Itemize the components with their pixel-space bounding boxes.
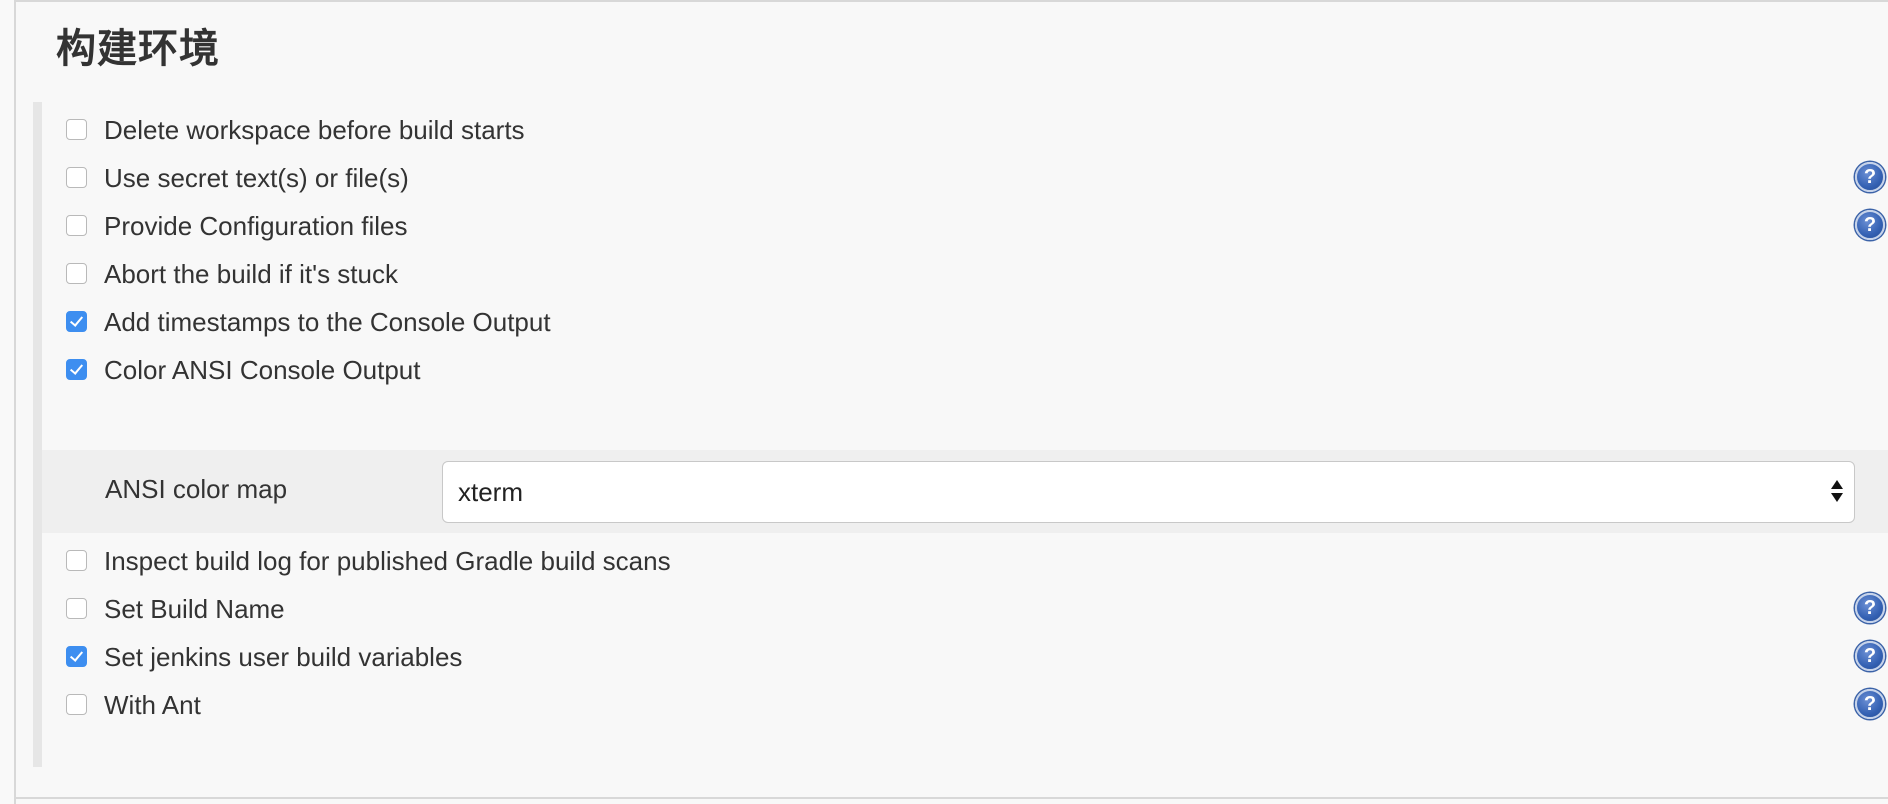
- checkbox-color-ansi[interactable]: [66, 359, 87, 380]
- help-icon[interactable]: ?: [1855, 593, 1885, 623]
- option-label: Add timestamps to the Console Output: [104, 307, 551, 337]
- ansi-color-map-select[interactable]: xterm: [442, 461, 1855, 523]
- select-value: xterm: [458, 477, 523, 507]
- option-label: Inspect build log for published Gradle b…: [104, 546, 671, 576]
- option-color-ansi[interactable]: Color ANSI Console Output: [42, 342, 1888, 400]
- help-icon[interactable]: ?: [1855, 210, 1885, 240]
- option-label: Set jenkins user build variables: [104, 642, 463, 672]
- ansi-color-map-label: ANSI color map: [105, 474, 288, 504]
- checkbox-secret-text[interactable]: [66, 167, 87, 188]
- option-label: With Ant: [104, 690, 201, 720]
- help-icon[interactable]: ?: [1855, 641, 1885, 671]
- option-label: Use secret text(s) or file(s): [104, 163, 409, 193]
- help-icon[interactable]: ?: [1855, 162, 1885, 192]
- checkbox-timestamps[interactable]: [66, 311, 87, 332]
- up-down-arrows-icon: [1830, 476, 1844, 508]
- options-list: Delete workspace before build starts Use…: [33, 102, 1888, 767]
- checkbox-config-files[interactable]: [66, 215, 87, 236]
- checkbox-with-ant[interactable]: [66, 694, 87, 715]
- checkbox-gradle-scans[interactable]: [66, 550, 87, 571]
- checkbox-abort-stuck[interactable]: [66, 263, 87, 284]
- checkbox-set-build-name[interactable]: [66, 598, 87, 619]
- option-label: Color ANSI Console Output: [104, 355, 421, 385]
- help-icon[interactable]: ?: [1855, 689, 1885, 719]
- checkbox-delete-workspace[interactable]: [66, 119, 87, 140]
- build-environment-section: 构建环境 Delete workspace before build start…: [14, 0, 1888, 804]
- ansi-color-map-row: ANSI color map xterm: [42, 450, 1888, 533]
- option-label: Abort the build if it's stuck: [104, 259, 398, 289]
- option-label: Provide Configuration files: [104, 211, 408, 241]
- section-title: 构建环境: [56, 27, 220, 71]
- option-with-ant[interactable]: With Ant ?: [42, 677, 1888, 735]
- option-label: Delete workspace before build starts: [104, 115, 525, 145]
- section-divider: [16, 797, 1888, 799]
- checkbox-jenkins-user-vars[interactable]: [66, 646, 87, 667]
- option-label: Set Build Name: [104, 594, 285, 624]
